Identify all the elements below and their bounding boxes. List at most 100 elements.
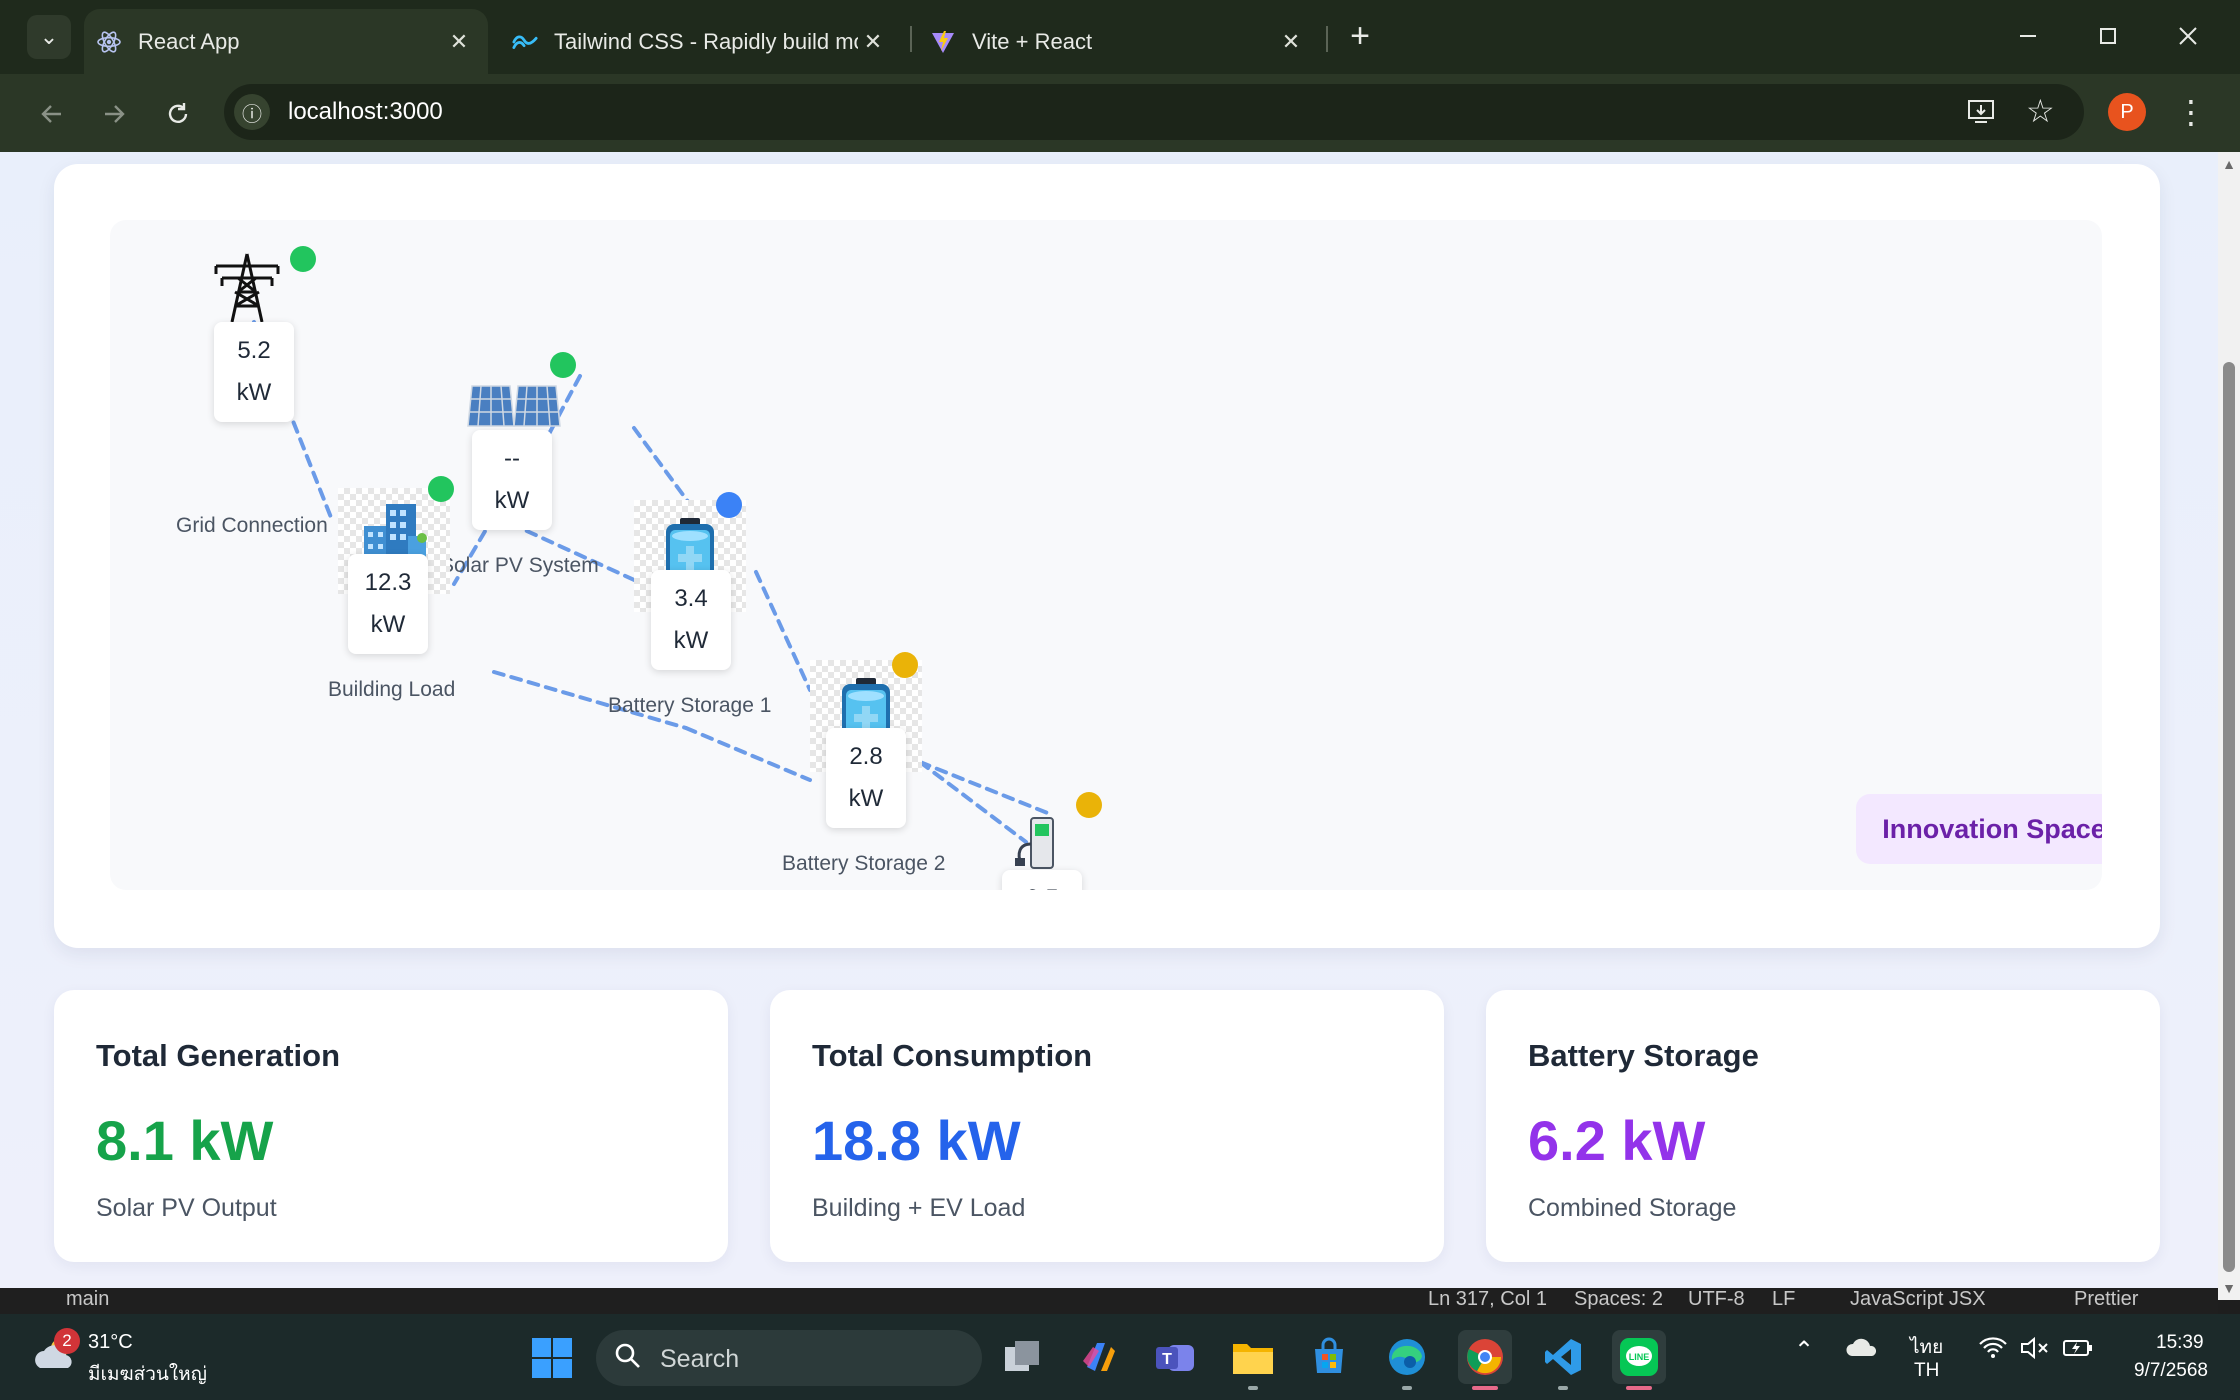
flow-link-9: [918, 760, 1052, 816]
react-logo-icon: [96, 29, 122, 55]
input-language-code[interactable]: TH: [1914, 1360, 1939, 1382]
scroll-thumb[interactable]: [2223, 362, 2235, 1272]
status-dot: [550, 352, 576, 378]
maximize-icon[interactable]: [2080, 12, 2136, 60]
node-label: Solar PV System: [440, 554, 599, 577]
node-value-box: 12.3 kW: [348, 554, 428, 654]
tab-react-app[interactable]: React App ✕: [84, 9, 488, 74]
editor-encoding: UTF-8: [1688, 1288, 1745, 1310]
weather-description[interactable]: มีเมฆส่วนใหญ่: [88, 1359, 207, 1389]
line-app-icon[interactable]: LINE: [1612, 1330, 1666, 1390]
address-url[interactable]: localhost:3000: [288, 98, 443, 126]
chrome-browser-icon[interactable]: [1458, 1330, 1512, 1390]
node-value-box: 3.4 kW: [651, 570, 731, 670]
back-arrow-icon[interactable]: [30, 92, 74, 136]
node-label: Battery Storage 1: [608, 694, 772, 717]
copilot-icon[interactable]: [1072, 1330, 1126, 1384]
stat-value: 8.1 kW: [96, 1109, 274, 1172]
node-unit: kW: [494, 487, 530, 514]
tray-overflow-chevron-icon[interactable]: ⌃: [1794, 1336, 1814, 1365]
onedrive-cloud-icon[interactable]: [1846, 1336, 1878, 1365]
tailwind-logo-icon: [512, 29, 538, 55]
stat-value: 18.8 kW: [812, 1109, 1021, 1172]
install-app-icon[interactable]: [1966, 96, 1996, 133]
editor-cursor-position: Ln 317, Col 1: [1428, 1288, 1547, 1310]
profile-avatar[interactable]: P: [2108, 93, 2146, 131]
scroll-down-icon[interactable]: ▼: [2222, 1280, 2236, 1296]
task-view-icon[interactable]: [996, 1330, 1050, 1384]
tab-vite-react[interactable]: Vite + React ✕: [920, 9, 1316, 74]
transmission-tower-icon: [202, 252, 292, 324]
clock-time[interactable]: 15:39: [2156, 1332, 2204, 1354]
site-info-icon[interactable]: ⓘ: [234, 94, 270, 130]
minimize-icon[interactable]: [2000, 12, 2056, 60]
vscode-icon[interactable]: [1536, 1330, 1590, 1390]
tab-tailwind[interactable]: Tailwind CSS - Rapidly build mo ✕: [502, 9, 898, 74]
notification-badge: 2: [54, 1328, 80, 1354]
edge-browser-icon[interactable]: [1380, 1330, 1434, 1390]
reload-icon[interactable]: [156, 92, 200, 136]
node-unit: kW: [848, 785, 884, 812]
tab-search-button[interactable]: ⌄: [27, 15, 71, 59]
volume-muted-icon[interactable]: [2020, 1336, 2050, 1367]
innovation-space-badge: Innovation Space: [1856, 794, 2102, 864]
node-value-box: 2.8 kW: [826, 728, 906, 828]
tab-title: React App: [138, 28, 240, 54]
node-unit: kW: [673, 627, 709, 654]
windows-taskbar: 2 31°C มีเมฆส่วนใหญ่ Search T LINE ⌃ ไทย: [0, 1314, 2240, 1400]
status-dot: [892, 652, 918, 678]
input-language[interactable]: ไทย: [1910, 1332, 1943, 1362]
stat-title: Total Consumption: [812, 1038, 1093, 1073]
status-dot: [716, 492, 742, 518]
stat-card-consumption: Total Consumption 18.8 kW Building + EV …: [770, 990, 1444, 1262]
tab-divider: [910, 26, 912, 52]
close-tab-icon[interactable]: ✕: [858, 27, 888, 57]
scroll-up-icon[interactable]: ▲: [2222, 156, 2236, 172]
editor-language: JavaScript JSX: [1850, 1288, 1986, 1310]
stat-title: Battery Storage: [1528, 1038, 1759, 1073]
file-explorer-icon[interactable]: [1226, 1330, 1280, 1390]
editor-eol: LF: [1772, 1288, 1796, 1310]
windows-start-icon[interactable]: [530, 1336, 574, 1380]
node-value: 2.8: [849, 743, 883, 770]
status-dot: [290, 246, 316, 272]
wifi-icon[interactable]: [1978, 1336, 2008, 1367]
address-bar[interactable]: ⓘ localhost:3000 ☆: [224, 84, 2084, 140]
browser-titlebar: ⌄ React App ✕ Tailwind CSS - Rapidly bui…: [0, 0, 2240, 74]
node-label: Building Load: [328, 678, 456, 701]
editor-formatter: Prettier: [2074, 1288, 2139, 1310]
status-dot: [428, 476, 454, 502]
stat-subtitle: Building + EV Load: [812, 1194, 1026, 1222]
flow-link-8: [684, 726, 812, 782]
tab-divider: [1326, 26, 1328, 52]
energy-flow-card: 5.2 kW Grid Connection -- kW Solar PV Sy…: [54, 164, 2160, 948]
stat-subtitle: Combined Storage: [1528, 1194, 1737, 1222]
status-dot: [1076, 792, 1102, 818]
stat-subtitle: Solar PV Output: [96, 1194, 277, 1222]
flow-link-6: [754, 570, 812, 692]
stat-title: Total Generation: [96, 1038, 341, 1073]
taskbar-search[interactable]: Search: [596, 1330, 982, 1386]
forward-arrow-icon[interactable]: [92, 92, 136, 136]
weather-temperature[interactable]: 31°C: [88, 1331, 133, 1354]
stat-card-battery: Battery Storage 6.2 kW Combined Storage: [1486, 990, 2160, 1262]
editor-indentation: Spaces: 2: [1574, 1288, 1663, 1310]
more-menu-icon[interactable]: ⋮: [2175, 90, 2207, 134]
stat-value: 6.2 kW: [1528, 1109, 1706, 1172]
node-label: Battery Storage 2: [782, 852, 946, 875]
close-window-icon[interactable]: [2160, 12, 2216, 60]
search-icon: [614, 1342, 642, 1377]
page-viewport: 5.2 kW Grid Connection -- kW Solar PV Sy…: [0, 152, 2218, 1300]
bookmark-star-icon[interactable]: ☆: [2026, 92, 2055, 130]
close-tab-icon[interactable]: ✕: [1276, 27, 1306, 57]
solar-panel-icon: [466, 382, 562, 432]
clock-date[interactable]: 9/7/2568: [2134, 1360, 2208, 1382]
close-tab-icon[interactable]: ✕: [444, 27, 474, 57]
microsoft-store-icon[interactable]: [1302, 1330, 1356, 1384]
page-scrollbar[interactable]: ▲ ▼: [2218, 152, 2240, 1300]
new-tab-button[interactable]: +: [1340, 16, 1380, 56]
tab-title: Tailwind CSS - Rapidly build mo: [554, 28, 858, 54]
battery-charging-icon[interactable]: [2062, 1336, 2094, 1367]
teams-icon[interactable]: T: [1148, 1330, 1202, 1384]
vite-logo-icon: [930, 29, 956, 55]
